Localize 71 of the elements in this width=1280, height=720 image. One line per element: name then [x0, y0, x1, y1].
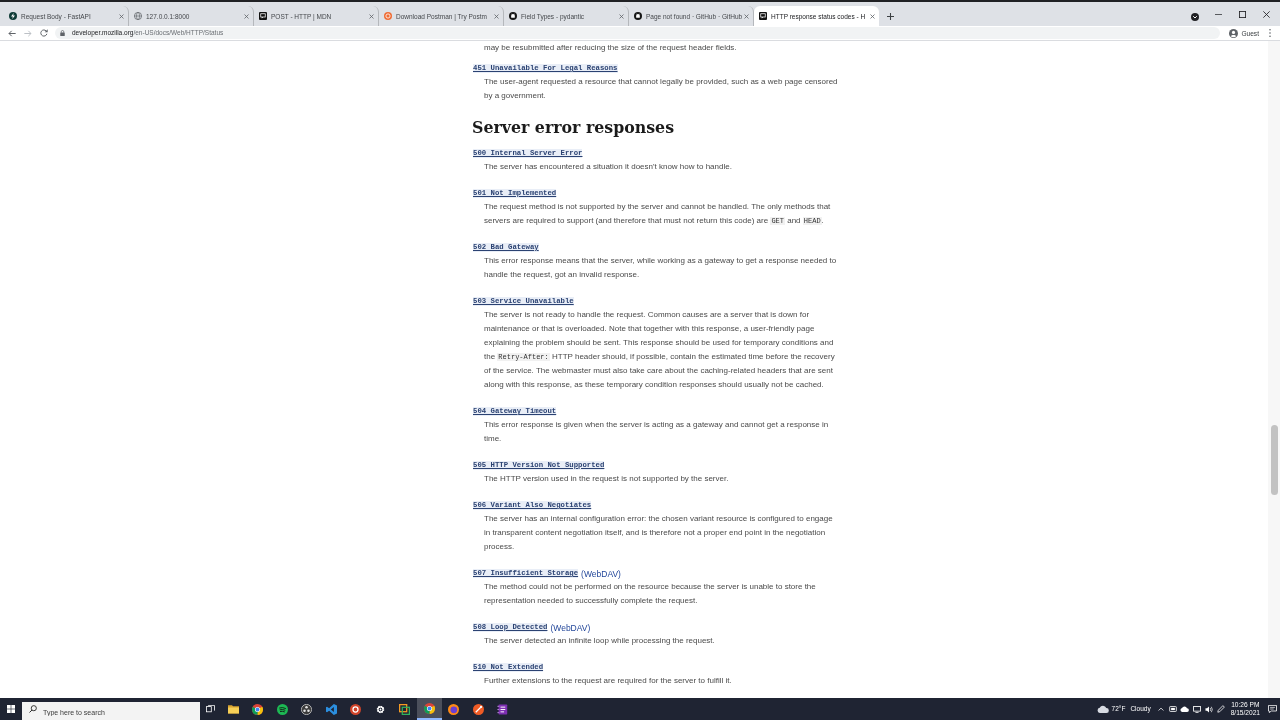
windows-icon: [7, 705, 15, 713]
description-text: The user-agent requested a resource that cannot legally be provided, such as a web page censored by a government.: [484, 76, 839, 102]
dots-circle-icon: [301, 703, 313, 715]
task-view-icon: [205, 705, 215, 713]
description-text: The HTTP version used in the request is not supported by the server.: [484, 473, 730, 485]
squares-icon: [399, 703, 411, 715]
tab-close-button[interactable]: [117, 12, 125, 20]
speech-bubble-icon: [759, 12, 767, 20]
menu-button[interactable]: [1266, 27, 1274, 39]
arrow-left-icon: [8, 29, 16, 37]
webdav-link[interactable]: (WebDAV): [581, 568, 621, 579]
tab-close-button[interactable]: [367, 12, 375, 20]
lock-icon: [60, 30, 65, 36]
description-text: This error response is given when the server is acting as a gateway and cannot get a response in time.: [484, 419, 830, 445]
description-text: The server detected an infinite loop while processing the request.: [484, 635, 716, 647]
description-text: Further extensions to the request are required for the server to fulfill it.: [484, 675, 733, 687]
speaker-icon: [1204, 705, 1213, 713]
minimize-icon: [1214, 13, 1222, 15]
description-text: The server has encountered a situation it doesn't know how to handle.: [484, 161, 733, 173]
monitor-icon: [1192, 705, 1201, 713]
browser-icon: [423, 702, 435, 714]
close-icon: [368, 13, 374, 19]
arrow-right-icon: [24, 29, 32, 37]
settings-icon: [374, 703, 386, 715]
round-app-icon: [350, 703, 362, 715]
reload-icon: [40, 29, 48, 37]
close-icon: [869, 13, 875, 19]
slash-circle-icon: [472, 703, 484, 715]
reload-button[interactable]: [38, 27, 50, 39]
tab-close-button[interactable]: [492, 12, 500, 20]
close-icon: [618, 13, 624, 19]
chevron-up-icon: [1158, 707, 1165, 711]
description-text: The server has an internal configuration error: the chosen variant resource is configured to engage in transparent content negotiation itself, and is therefore not a proper end point in the negotiation process.: [484, 513, 834, 553]
plus-icon: [886, 12, 894, 20]
search-icon: [29, 705, 37, 713]
close-icon: [118, 13, 124, 19]
pen-icon: [1216, 705, 1225, 713]
code-editor-icon: [325, 703, 337, 715]
close-icon: [243, 13, 249, 19]
silhouette-logo-icon: [634, 12, 642, 20]
tab-close-button[interactable]: [242, 12, 250, 20]
maximize-icon: [1238, 10, 1246, 18]
notification-icon: [1267, 705, 1277, 713]
tab-close-button[interactable]: [617, 12, 625, 20]
device-icon: [1168, 706, 1177, 712]
tab-close-button[interactable]: [868, 12, 876, 20]
tab-search-button[interactable]: [1189, 11, 1201, 23]
tab-close-button[interactable]: [742, 12, 751, 20]
browser-icon: [252, 703, 264, 715]
lightning-icon: [9, 12, 17, 20]
description-text: This error response means that the server, while working as a gateway to get a response needed to handle the request, got an invalid response.: [484, 255, 838, 281]
description-text: may be resubmitted after reducing the size of the request header fields.: [484, 42, 738, 54]
chevron-circle-icon: [1191, 13, 1199, 21]
globe-icon: [134, 12, 142, 20]
section-heading: Server error responses: [472, 117, 676, 139]
scrollbar-thumb[interactable]: [1270, 425, 1278, 495]
folder-icon: [227, 703, 239, 715]
new-tab-button[interactable]: [884, 10, 896, 22]
cloud-icon: [1180, 706, 1190, 712]
silhouette-logo-icon: [509, 12, 517, 20]
description-text: The method could not be performed on the resource because the server is unable to store the representation needed to successfully complete the request.: [484, 581, 817, 607]
ring-icon: [448, 703, 460, 715]
close-icon: [493, 13, 499, 19]
close-icon: [743, 13, 749, 19]
notebook-icon: [497, 703, 509, 715]
webdav-link[interactable]: (WebDAV): [550, 622, 591, 633]
music-icon: [276, 703, 288, 715]
cloud-icon: [1096, 705, 1109, 713]
circle-logo-icon: [384, 12, 392, 20]
speech-bubble-icon: [259, 12, 267, 20]
close-icon: [1262, 10, 1270, 18]
